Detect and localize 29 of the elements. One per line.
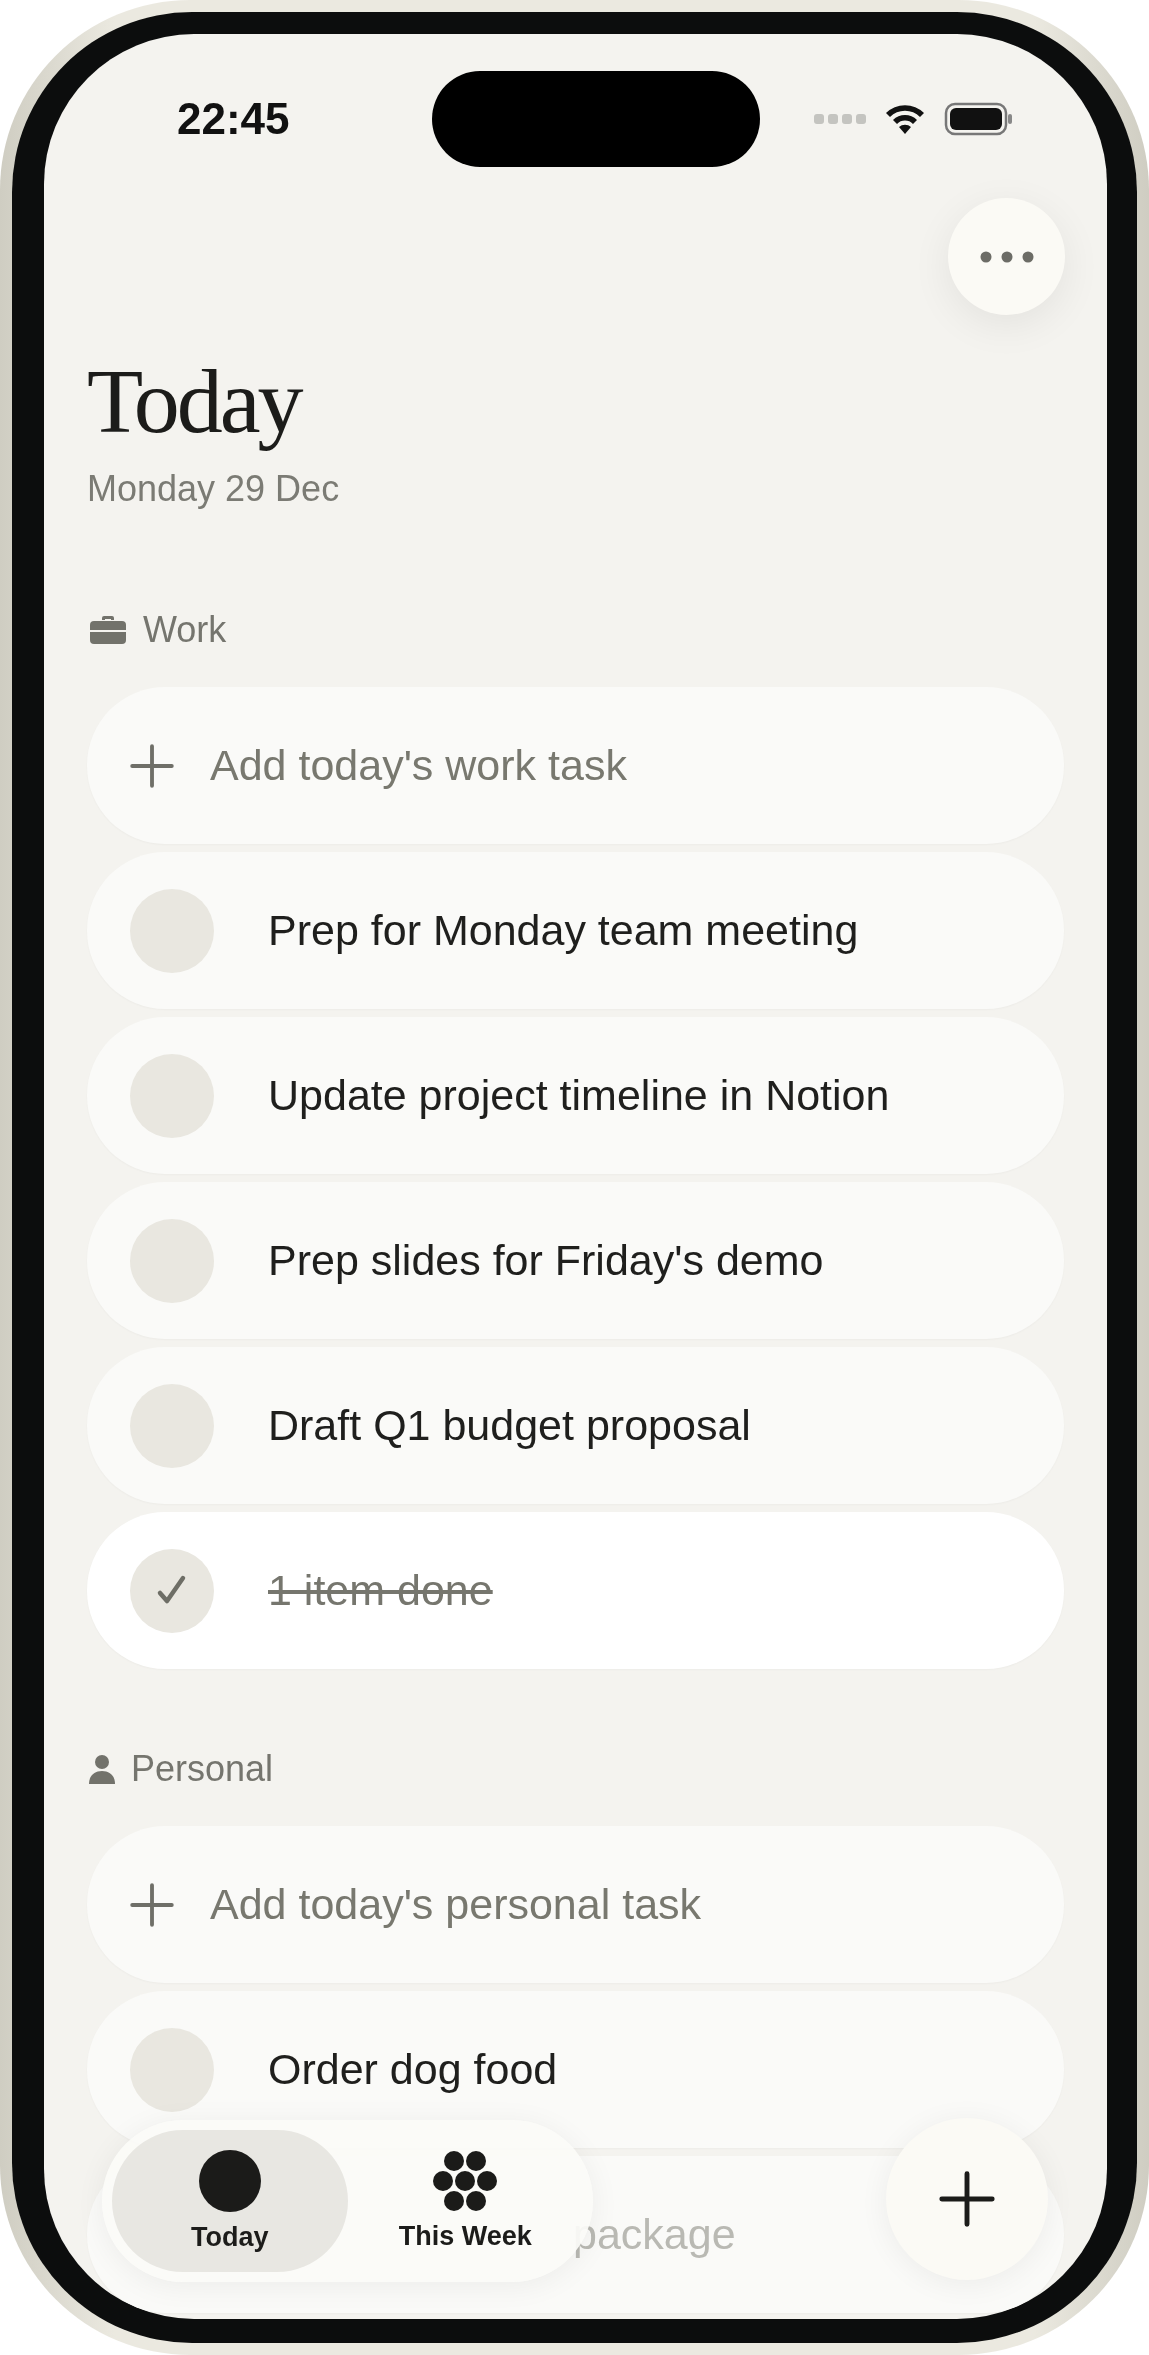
battery-icon <box>944 102 1014 136</box>
flower-icon <box>433 2150 498 2211</box>
add-task-field[interactable]: Add today's work task <box>87 687 1064 844</box>
task-row[interactable]: Prep for Monday team meeting <box>87 852 1064 1009</box>
task-text: 1 item done <box>268 1566 493 1615</box>
task-row[interactable]: Order dog food <box>87 1991 1064 2148</box>
plus-icon <box>130 1882 174 1927</box>
plus-icon <box>939 2171 995 2227</box>
task-text: Draft Q1 budget proposal <box>268 1401 751 1450</box>
person-icon <box>89 1754 115 1784</box>
task-row[interactable]: Update project timeline in Notion <box>87 1017 1064 1174</box>
signal-icon <box>814 113 866 125</box>
date-subtitle: Monday 29 Dec <box>87 467 341 511</box>
tab[interactable]: Today <box>112 2130 348 2272</box>
task-text: Update project timeline in Notion <box>268 1071 890 1120</box>
task-row[interactable]: Draft Q1 budget proposal <box>87 1347 1064 1504</box>
section-title: Personal <box>131 1748 274 1790</box>
circle-icon <box>198 2149 261 2212</box>
wifi-icon <box>884 103 926 135</box>
task-text: Prep for Monday team meeting <box>268 906 859 955</box>
task-text: Prep slides for Friday's demo <box>268 1236 824 1285</box>
task-row[interactable]: Prep slides for Friday's demo <box>87 1182 1064 1339</box>
more-icon <box>979 250 1034 263</box>
status-time: 22:45 <box>177 94 291 144</box>
plus-icon <box>130 743 174 788</box>
task-text: Order dog food <box>268 2045 558 2094</box>
section-title: Work <box>143 609 227 651</box>
add-task-field[interactable]: Add today's personal task <box>87 1826 1064 1983</box>
briefcase-icon <box>89 615 127 645</box>
